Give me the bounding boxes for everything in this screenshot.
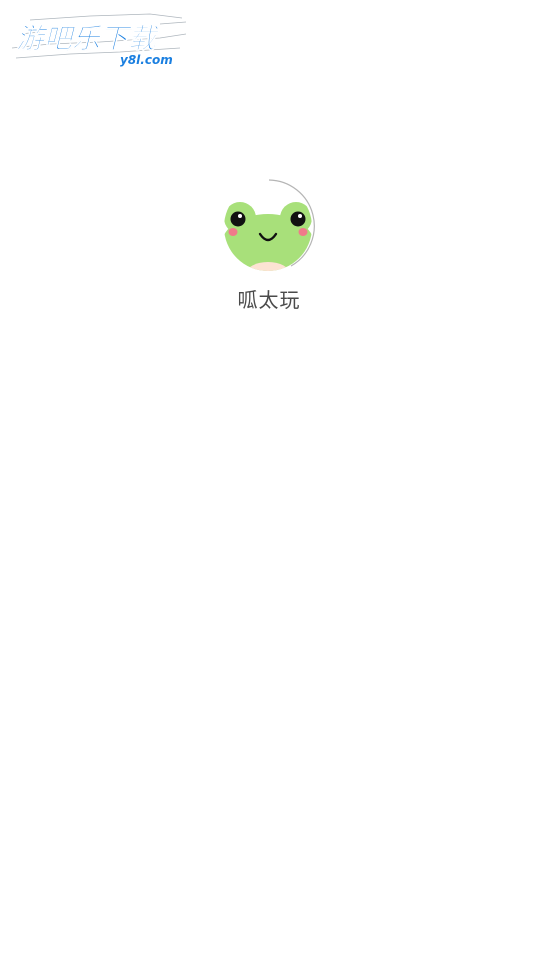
app-name: 呱太玩	[237, 288, 301, 312]
app-icon	[220, 178, 318, 276]
splash-screen: 呱太玩	[0, 0, 538, 956]
frog-face-icon	[224, 183, 312, 271]
